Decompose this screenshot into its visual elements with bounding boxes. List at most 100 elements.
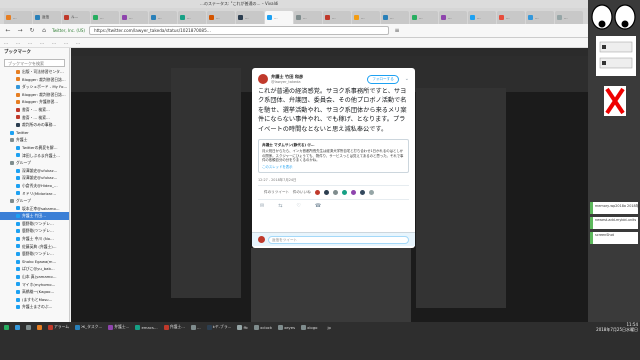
bookmark-item[interactable]: グループ xyxy=(0,159,69,167)
tab-19[interactable]: … xyxy=(555,11,583,24)
tab-13[interactable]: … xyxy=(381,11,409,24)
bookmark-item[interactable]: ミドリ(Midorizar… xyxy=(0,190,69,198)
tab-18[interactable]: … xyxy=(526,11,554,24)
bookmark-item[interactable]: 津田しぶるま弁護士… xyxy=(0,152,69,160)
reply-input[interactable]: 返信をツイート xyxy=(268,235,409,244)
back-icon[interactable]: ← xyxy=(4,27,12,34)
bookmark-item[interactable]: 高橋雄一(Kagoo… xyxy=(0,288,69,296)
bookmark-item[interactable]: 坂本正幸@sakamo… xyxy=(0,205,69,213)
bookmark-item[interactable]: 鹿野剛(ツンデレ… xyxy=(0,220,69,228)
author-handle[interactable]: @lawyer_takeda xyxy=(271,80,303,84)
reload-icon[interactable]: ↻ xyxy=(28,27,36,34)
bookmark-item[interactable]: 弁護士 xyxy=(0,136,69,144)
bookmark-item[interactable]: 弁護士まさのぶ… xyxy=(0,303,69,311)
forward-icon[interactable]: → xyxy=(16,27,24,34)
bookmark-item[interactable]: 小倉秀夫@Hideo_… xyxy=(0,182,69,190)
taskbar-item[interactable]: 弁護士… xyxy=(106,323,131,331)
bookmark-bar-item[interactable]: … xyxy=(4,40,8,45)
bookmark-item[interactable]: 出版・司法修習センタ… xyxy=(0,68,69,76)
taskbar-item[interactable]: ffc xyxy=(235,323,250,331)
follow-button[interactable]: フォローする xyxy=(367,74,399,84)
input-method-indicator[interactable]: jp xyxy=(327,325,330,330)
taskbar-item[interactable]: … xyxy=(189,323,203,331)
taskbar-item[interactable]: kヤ-ブラ… xyxy=(205,323,234,331)
bookmark-item[interactable]: 鹿野剛(ツンデレ… xyxy=(0,250,69,258)
tab-6[interactable]: … xyxy=(178,11,206,24)
bookmark-item[interactable]: (ますもとMasu… xyxy=(0,296,69,304)
avatar[interactable] xyxy=(341,189,347,195)
bookmark-search-input[interactable]: ブックマークを検索 xyxy=(4,59,65,67)
bookmark-item[interactable]: 山本 真(yamamo… xyxy=(0,273,69,281)
bookmark-item[interactable]: ばびこ@yu_bab… xyxy=(0,265,69,273)
taskbar-item[interactable] xyxy=(2,323,11,331)
sticky-note[interactable]: newest-add-mybid-units xyxy=(590,217,638,229)
bookmark-item[interactable]: グループ xyxy=(0,197,69,205)
tab-1[interactable]: 返信 xyxy=(33,11,61,24)
tab-2[interactable]: ル… xyxy=(62,11,90,24)
bookmark-bar-item[interactable]: … xyxy=(64,40,68,45)
avatar[interactable] xyxy=(359,189,365,195)
sticky-note[interactable]: memory-wp2018a 2018年7 xyxy=(590,202,638,214)
bookmark-item[interactable]: 書斎・… 検索… xyxy=(0,106,69,114)
bookmark-item[interactable]: 深澤諭史@ufukaz… xyxy=(0,174,69,182)
tab-3[interactable]: … xyxy=(91,11,119,24)
sticky-note[interactable]: screenShot xyxy=(590,232,638,244)
retweet-icon[interactable]: ⇆ xyxy=(278,203,282,209)
tab-7[interactable]: … xyxy=(207,11,235,24)
bookmark-item[interactable]: Blogger: 弁護修習… xyxy=(0,98,69,106)
avatar[interactable] xyxy=(368,189,374,195)
tab-15[interactable]: … xyxy=(439,11,467,24)
bookmark-item[interactable]: 鹿野剛(ツンデレ… xyxy=(0,227,69,235)
tab-16[interactable]: … xyxy=(468,11,496,24)
bookmark-bar-item[interactable]: … xyxy=(76,40,80,45)
reply-icon[interactable]: ✉ xyxy=(260,203,264,209)
tab-11[interactable]: … xyxy=(323,11,351,24)
taskbar-item[interactable] xyxy=(13,323,22,331)
avatar[interactable] xyxy=(332,189,338,195)
taskbar-item[interactable]: emacs… xyxy=(133,323,159,331)
tab-10[interactable]: … xyxy=(294,11,322,24)
bookmark-item[interactable]: 裁判所のみの事務… xyxy=(0,121,69,129)
like-icon[interactable]: ♡ xyxy=(296,203,300,209)
avatar[interactable] xyxy=(350,189,356,195)
bookmark-bar-item[interactable]: … xyxy=(40,40,44,45)
avatar[interactable] xyxy=(258,74,268,84)
bookmark-bar-item[interactable]: … xyxy=(16,40,20,45)
chevron-down-icon[interactable]: ⌄ xyxy=(405,76,409,82)
site-identity[interactable]: Twitter, Inc. (US) xyxy=(52,28,85,33)
tab-8[interactable]: … xyxy=(236,11,264,24)
tab-4[interactable]: … xyxy=(120,11,148,24)
stats-label[interactable]: 件のリツイート 件のいいね xyxy=(264,190,311,195)
tab-17[interactable]: … xyxy=(497,11,525,24)
taskbar-item[interactable]: xlogo xyxy=(299,323,319,331)
system-clock[interactable]: 11:54 2018年7月25日水曜日 xyxy=(596,322,638,332)
taskbar-item[interactable] xyxy=(24,323,33,331)
bookmark-item[interactable]: 書斎・… 検索… xyxy=(0,114,69,122)
taskbar-item[interactable]: Ж_タスク… xyxy=(73,323,104,331)
bookmark-bar-item[interactable]: … xyxy=(28,40,32,45)
tweet-timestamp[interactable]: 12:27 - 2018年7月24日 xyxy=(252,173,415,182)
quoted-tweet[interactable]: 弁護士 マダムサン(静代る) @… 月火祝日からたら、インカ首都所長先生は経済犬… xyxy=(258,139,409,173)
show-thread-link[interactable]: このスレッドを表示 xyxy=(262,164,405,169)
bookmark-bar-item[interactable]: … xyxy=(52,40,56,45)
bookmark-item[interactable]: 佐藤英典 (弁護士)… xyxy=(0,243,69,251)
bookmark-item[interactable]: ダッシュボード - My Fo… xyxy=(0,83,69,91)
bookmark-item[interactable]: 深澤諭史@ufukaz… xyxy=(0,167,69,175)
taskbar-item[interactable]: アラーム xyxy=(46,323,71,331)
tab-12[interactable]: … xyxy=(352,11,380,24)
tab-5[interactable]: … xyxy=(149,11,177,24)
home-icon[interactable]: ⌂ xyxy=(40,27,48,34)
bookmark-item[interactable]: Blogger: 裁判修習日誌… xyxy=(0,76,69,84)
url-input[interactable]: https://twitter.com/lawyer_takeda/status… xyxy=(89,26,389,35)
bookmark-item[interactable]: 弁護士 竹田… xyxy=(0,212,69,220)
taskbar-item[interactable] xyxy=(35,323,44,331)
taskbar-item[interactable]: xeyes xyxy=(276,323,297,331)
bookmark-item[interactable]: Shoko Egawa(m… xyxy=(0,258,69,266)
bookmark-item[interactable]: Twitterの異変を解… xyxy=(0,144,69,152)
taskbar-item[interactable]: xclock xyxy=(252,323,274,331)
message-icon[interactable]: ☎ xyxy=(315,203,321,209)
tab-0[interactable]: … xyxy=(4,11,32,24)
bookmark-item[interactable]: Blogger: 裁判修習日誌… xyxy=(0,91,69,99)
bookmark-item[interactable]: Twitter xyxy=(0,129,69,137)
tab-14[interactable]: … xyxy=(410,11,438,24)
